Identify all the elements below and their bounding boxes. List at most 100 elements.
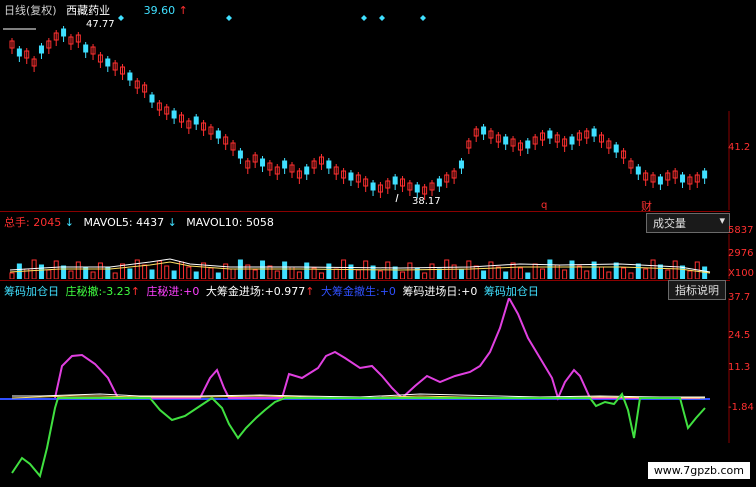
volume-bar [422,272,428,279]
volume-bar [540,268,546,279]
volume-bar [517,267,523,279]
volume-bar [171,270,177,279]
volume-bar [466,260,472,279]
volume-bar [562,269,568,279]
volume-bar [355,269,361,279]
volume-button-label: 成交量 [653,217,686,230]
volume-bar [112,272,118,279]
volume-tick-high: 5837 [728,225,754,236]
volume-bar [31,259,37,279]
volume-bar [90,271,96,279]
candle-body [38,45,44,54]
volume-bar [193,271,199,279]
candle-body [436,178,442,187]
candle-body [171,110,177,119]
volume-bar [208,267,214,279]
marker-q: q [541,200,548,211]
magenta-series-line [54,298,700,401]
candle-body [392,176,398,185]
indicator-tick-1: 37.7 [728,292,751,303]
candle-body [127,72,133,81]
candle-body [237,150,243,159]
volume-button[interactable]: 成交量 ▾ [646,213,730,233]
volume-bar [429,263,435,279]
volume-bar [650,259,656,279]
volume-bar [598,266,604,279]
candle-body [547,130,553,139]
volume-header: 总手: 2045 ↓ MAVOL5: 4437 ↓ MAVOL10: 5058 [4,214,274,230]
volume-bar [621,267,627,279]
volume-bar [385,261,391,279]
candle-body [370,182,376,191]
volume-bar [488,261,494,279]
volume-tick-mid: 2976 [728,248,754,259]
volume-chart[interactable] [0,234,730,279]
candle-body [326,160,332,169]
volume-bar [304,262,310,279]
volume-bar [569,260,575,279]
candle-body [635,166,641,175]
volume-bar [267,265,273,279]
volume-bar [657,264,663,279]
low-label: 38.17 [412,196,441,207]
volume-bar [46,269,52,279]
price-chart[interactable] [0,14,730,210]
candle-body [105,58,111,67]
indicator-chart[interactable] [0,298,730,487]
candle-body [215,130,221,139]
volume-bar [274,270,280,279]
up-arrow-icon: ↑ [130,285,140,298]
candle-body [348,172,354,181]
volume-bar [252,269,258,279]
total-label: 总手: [4,216,30,229]
volume-bar [333,268,339,279]
volume-bar [702,266,708,279]
candle-body [702,170,708,179]
volume-bar [687,270,693,279]
indicator-help-button[interactable]: 指标说明 [668,280,726,300]
candle-body [16,48,22,57]
volume-bar [495,266,501,279]
volume-bar [142,264,148,279]
indicator-tick-3: 11.3 [728,362,751,373]
volume-bar [68,270,74,279]
volume-bar [503,271,509,279]
indicator-tick-2: 24.5 [728,330,751,341]
volume-bar [392,266,398,279]
divider-volume-indicator [0,280,730,281]
volume-bar [510,262,516,279]
candle-body [525,140,531,149]
watermark: www.7gpzb.com [647,462,750,479]
volume-bar [532,263,538,279]
volume-bar [628,272,634,279]
series-entry-value: +0 [461,285,478,298]
mavol10-label: MAVOL10: [186,216,243,229]
volume-bar [525,272,531,279]
series-add-label: 筹码加仓日 [483,285,539,298]
volume-bar [105,267,111,279]
candle-body [149,94,155,103]
volume-bar [547,259,553,279]
candle-body [503,136,509,145]
series-blue-label: 大筹金撤生: [321,285,380,298]
candle-body [458,160,464,169]
volume-bar [436,268,442,279]
volume-bar [576,265,582,279]
candle-body [414,184,420,193]
mavol5-value: 4437 [136,216,165,229]
volume-bar [75,261,81,279]
series-blue-value: +0 [379,285,396,298]
candle-body [613,144,619,153]
volume-bar [164,265,170,279]
candle-body [193,116,199,125]
volume-bar [473,265,479,279]
candle-body [304,166,310,175]
volume-bar [149,269,155,279]
arrow-down-icon: ↓ [64,216,74,229]
candle-body [83,44,89,53]
volume-bar [296,271,302,279]
chevron-down-icon[interactable]: ▾ [719,214,725,227]
green-series-line [11,392,706,479]
candle-body [282,160,288,169]
series-green-value: -3.23 [102,285,131,298]
